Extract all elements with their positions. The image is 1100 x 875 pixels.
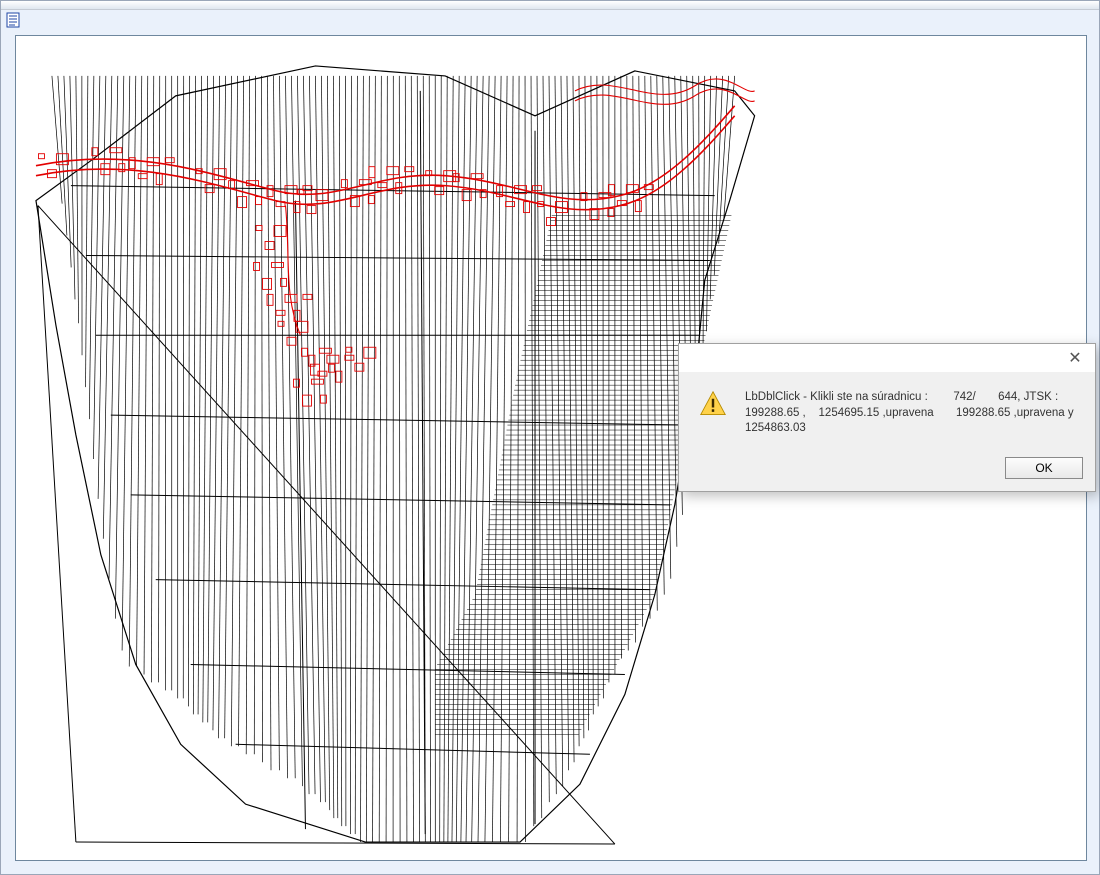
close-button[interactable]: ✕: [1055, 345, 1095, 371]
document-list-icon[interactable]: [4, 11, 22, 29]
close-icon: ✕: [1068, 348, 1081, 368]
message-dialog: ✕ LbDblClick - Klikli ste na súradnicu :…: [678, 343, 1096, 492]
territory-boundary: [36, 66, 755, 842]
survey-left-edge: [38, 206, 76, 842]
warning-icon: [699, 390, 731, 421]
toolbar: [1, 10, 1099, 32]
dialog-titlebar[interactable]: ✕: [679, 344, 1095, 372]
survey-bottom-edge: [76, 842, 615, 844]
app-window: ✕ LbDblClick - Klikli ste na súradnicu :…: [0, 0, 1100, 875]
dialog-message: LbDblClick - Klikli ste na súradnicu : 7…: [745, 390, 1075, 437]
title-bar[interactable]: [1, 1, 1099, 10]
ok-button[interactable]: OK: [1005, 457, 1083, 479]
